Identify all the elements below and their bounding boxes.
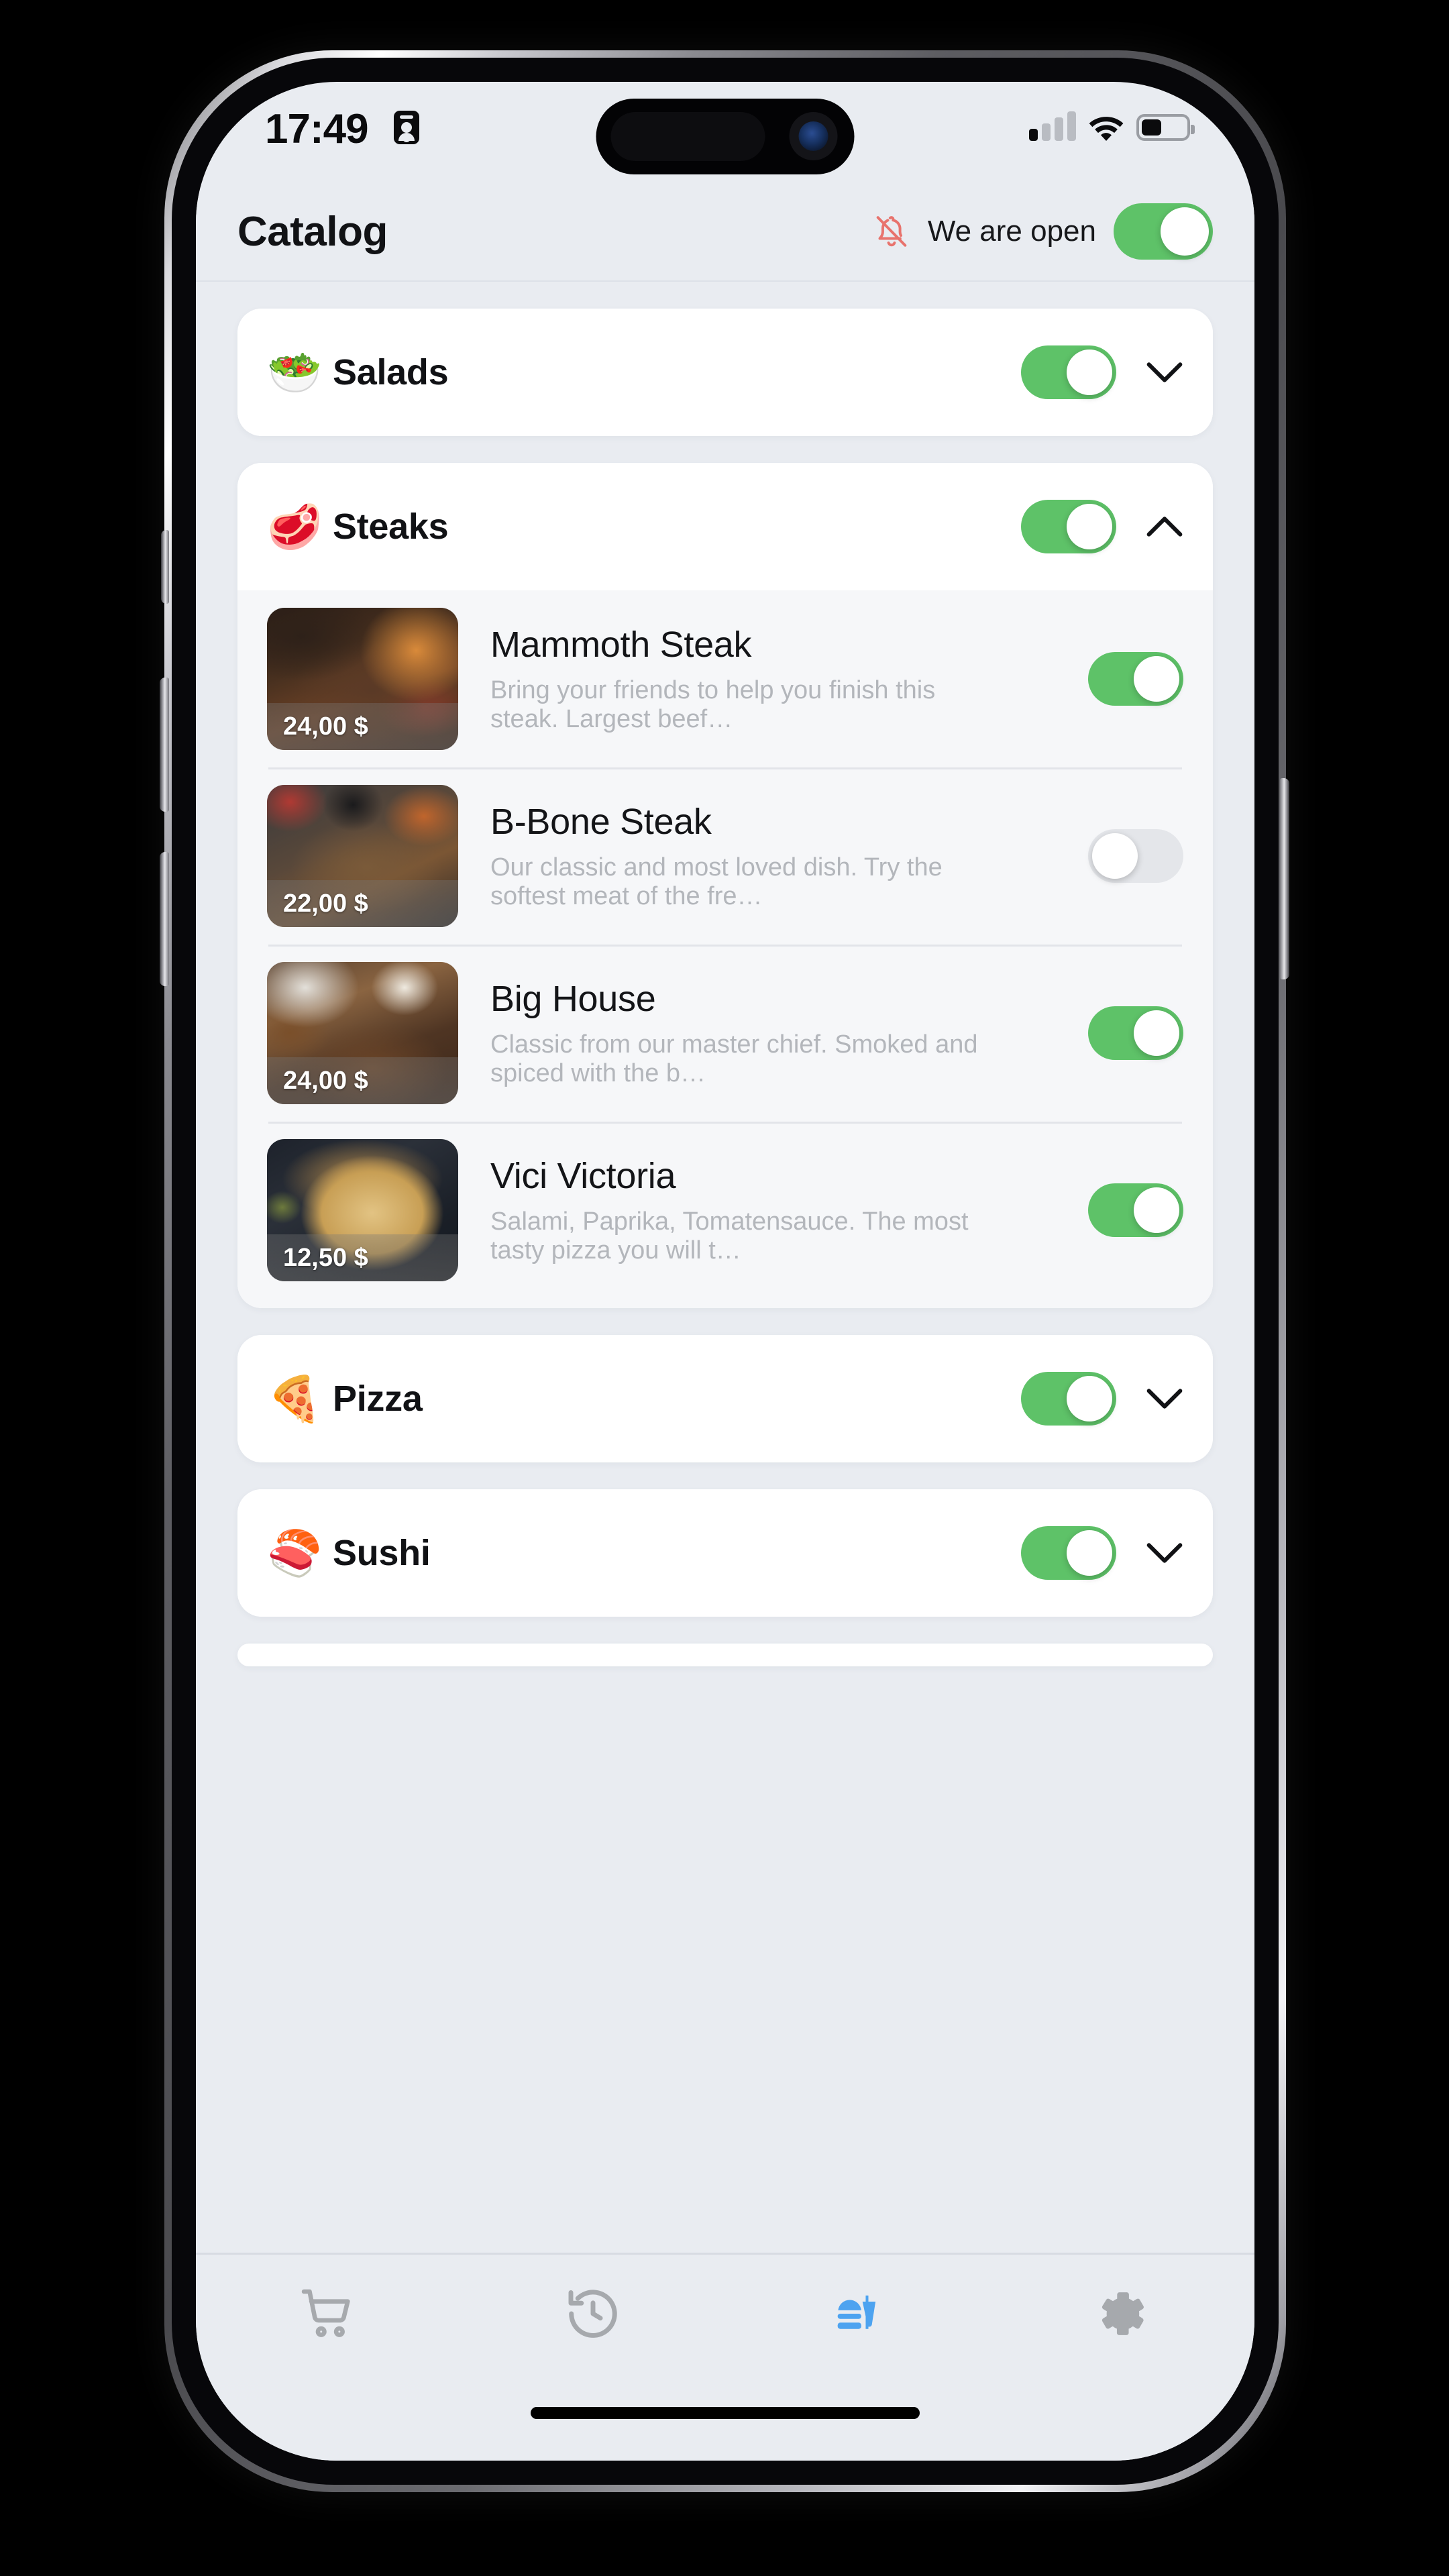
fast-food-icon (837, 2295, 876, 2329)
product-toggle[interactable] (1088, 829, 1183, 883)
tab-history[interactable] (461, 2284, 726, 2343)
category-card-next-peek (237, 1644, 1213, 1666)
tab-cart[interactable] (196, 2284, 461, 2343)
bell-off-icon[interactable] (873, 212, 910, 251)
gear-icon (1102, 2292, 1144, 2335)
power-button[interactable] (1280, 778, 1289, 979)
chevron-down-icon[interactable] (1146, 1387, 1183, 1411)
toggle-knob (1134, 1010, 1179, 1056)
product-thumbnail[interactable]: 22,00 $ (267, 785, 458, 927)
product-price: 22,00 $ (267, 880, 458, 927)
open-status-label: We are open (927, 215, 1096, 248)
volume-up-button[interactable] (160, 678, 169, 812)
page-title: Catalog (237, 208, 388, 255)
product-name: B-Bone Steak (490, 802, 712, 843)
product-thumbnail[interactable]: 24,00 $ (267, 608, 458, 750)
product-price: 12,50 $ (267, 1234, 458, 1281)
product-description: Classic from our master chief. Smoked an… (490, 1030, 978, 1087)
category-toggle-salads[interactable] (1021, 345, 1116, 399)
category-header-salads[interactable]: 🥗 Salads (237, 309, 1213, 436)
history-clock-icon (568, 2290, 617, 2338)
pizza-emoji: 🍕 (267, 1374, 323, 1424)
toggle-knob (1161, 207, 1209, 256)
category-name-sushi: Sushi (333, 1533, 431, 1573)
category-header-steaks[interactable]: 🥩 Steaks (237, 463, 1213, 590)
status-bar: 17:49 (196, 82, 1254, 182)
category-name-steaks: Steaks (333, 506, 449, 547)
product-price: 24,00 $ (267, 703, 458, 750)
product-row[interactable]: 24,00 $ Big House Classic from our maste… (237, 945, 1213, 1122)
category-items-steaks: 24,00 $ Mammoth Steak Bring your friends… (237, 590, 1213, 1308)
toggle-knob (1067, 350, 1112, 395)
toggle-knob (1067, 1530, 1112, 1576)
toggle-knob (1067, 504, 1112, 549)
toggle-knob (1134, 1187, 1179, 1233)
product-row[interactable]: 12,50 $ Vici Victoria Salami, Paprika, T… (237, 1122, 1213, 1299)
product-name: Vici Victoria (490, 1156, 676, 1197)
status-bar-indicators (1029, 111, 1195, 141)
cellular-signal-icon (1029, 111, 1076, 141)
product-description: Bring your friends to help you finish th… (490, 676, 936, 733)
category-toggle-sushi[interactable] (1021, 1526, 1116, 1580)
dynamic-island-pill (610, 112, 765, 161)
dynamic-island (596, 99, 855, 174)
volume-down-button[interactable] (160, 852, 169, 986)
category-name-salads: Salads (333, 352, 449, 392)
catalog-scroll-area[interactable]: 🥗 Salads 🥩 Steaks 24,00 $ Mammoth Steak … (196, 282, 1254, 2253)
product-row[interactable]: 24,00 $ Mammoth Steak Bring your friends… (237, 590, 1213, 767)
product-price: 24,00 $ (267, 1057, 458, 1104)
toggle-knob (1134, 656, 1179, 702)
category-card-salads: 🥗 Salads (237, 309, 1213, 436)
product-thumbnail[interactable]: 12,50 $ (267, 1139, 458, 1281)
tab-catalog[interactable] (725, 2284, 990, 2343)
battery-icon (1136, 114, 1195, 141)
header-status-group: We are open (873, 203, 1213, 260)
chevron-up-icon[interactable] (1146, 515, 1183, 539)
category-card-sushi: 🍣 Sushi (237, 1489, 1213, 1617)
silent-switch[interactable] (161, 530, 169, 604)
steak-emoji: 🥩 (267, 502, 323, 551)
category-card-pizza: 🍕 Pizza (237, 1335, 1213, 1462)
category-name-pizza: Pizza (333, 1379, 423, 1419)
category-header-pizza[interactable]: 🍕 Pizza (237, 1335, 1213, 1462)
product-thumbnail[interactable]: 24,00 $ (267, 962, 458, 1104)
salad-emoji: 🥗 (267, 347, 323, 397)
product-description: Our classic and most loved dish. Try the… (490, 853, 943, 910)
tab-settings[interactable] (990, 2284, 1255, 2343)
product-row[interactable]: 22,00 $ B-Bone Steak Our classic and mos… (237, 767, 1213, 945)
sushi-emoji: 🍣 (267, 1528, 323, 1578)
category-header-sushi[interactable]: 🍣 Sushi (237, 1489, 1213, 1617)
product-description: Salami, Paprika, Tomatensauce. The most … (490, 1208, 969, 1265)
wifi-icon (1089, 117, 1124, 141)
product-toggle[interactable] (1088, 1006, 1183, 1060)
id-card-icon (394, 111, 419, 144)
home-indicator[interactable] (531, 2407, 920, 2419)
product-toggle[interactable] (1088, 652, 1183, 706)
app-header: Catalog We are open (196, 182, 1254, 282)
chevron-down-icon[interactable] (1146, 1541, 1183, 1565)
category-toggle-steaks[interactable] (1021, 500, 1116, 553)
screenshot-root: 17:49 Catalog We are open 🥗 Salads 🥩 Ste… (0, 0, 1449, 2576)
category-toggle-pizza[interactable] (1021, 1372, 1116, 1426)
phone-screen: 17:49 Catalog We are open 🥗 Salads 🥩 Ste… (196, 82, 1254, 2461)
front-camera-icon (789, 112, 838, 160)
toggle-knob (1092, 833, 1138, 879)
chevron-down-icon[interactable] (1146, 360, 1183, 384)
bottom-tab-bar (196, 2253, 1254, 2461)
shopping-cart-icon (302, 2289, 350, 2337)
product-name: Big House (490, 979, 656, 1020)
category-card-steaks: 🥩 Steaks 24,00 $ Mammoth Steak Bring you… (237, 463, 1213, 1308)
toggle-knob (1067, 1376, 1112, 1421)
product-name: Mammoth Steak (490, 625, 752, 665)
product-toggle[interactable] (1088, 1183, 1183, 1237)
open-status-toggle[interactable] (1114, 203, 1213, 260)
status-bar-time: 17:49 (265, 106, 369, 152)
